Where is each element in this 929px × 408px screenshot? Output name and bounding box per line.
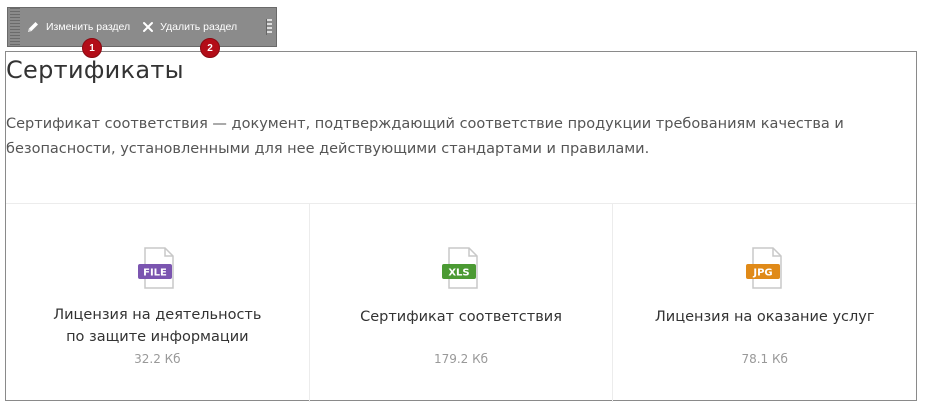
file-ext-label: XLS: [448, 268, 469, 279]
section-description: Сертификат соответствия — документ, подт…: [6, 116, 844, 157]
document-title-line: по защите информации: [66, 329, 249, 345]
close-icon: [143, 22, 154, 32]
section-title: Сертификаты: [6, 56, 184, 84]
file-ext-label: JPG: [752, 268, 772, 279]
document-size: 32.2 Кб: [134, 352, 181, 366]
document-card[interactable]: FILE Лицензия на деятельность по защите …: [6, 204, 310, 402]
document-title[interactable]: Лицензия на оказание услуг: [613, 306, 916, 328]
file-ext-label: FILE: [143, 268, 167, 279]
document-size: 78.1 Кб: [741, 352, 788, 366]
documents-grid: FILE Лицензия на деятельность по защите …: [6, 203, 916, 402]
document-title-line: Лицензия на деятельность: [53, 307, 262, 323]
document-card[interactable]: JPG Лицензия на оказание услуг 78.1 Кб: [613, 204, 916, 402]
document-title-line: Лицензия на оказание услуг: [654, 309, 875, 325]
edit-section-button[interactable]: Изменить раздел: [20, 8, 136, 46]
jpg-icon: JPG: [745, 247, 782, 289]
delete-section-label: Удалить раздел: [160, 21, 238, 33]
document-size: 179.2 Кб: [433, 352, 489, 366]
document-title[interactable]: Сертификат соответствия: [310, 306, 613, 328]
toolbar-menu-handle[interactable]: [266, 19, 272, 35]
section-edit-toolbar: Изменить раздел Удалить раздел: [7, 7, 277, 47]
document-title[interactable]: Лицензия на деятельность по защите инфор…: [6, 304, 309, 348]
edit-section-label: Изменить раздел: [46, 21, 131, 33]
document-title-line: Сертификат соответствия: [360, 309, 562, 325]
document-card[interactable]: XLS Сертификат соответствия 179.2 Кб: [310, 204, 614, 402]
xls-icon: XLS: [442, 247, 478, 289]
step-badge: 1: [82, 38, 102, 58]
step-badge: 2: [200, 38, 220, 58]
certificates-section: Сертификаты Сертификат соответствия — до…: [5, 51, 917, 402]
file-icon: FILE: [138, 247, 175, 289]
delete-section-button[interactable]: Удалить раздел: [136, 8, 243, 46]
drag-handle[interactable]: [10, 8, 20, 46]
pencil-icon: [28, 22, 38, 32]
